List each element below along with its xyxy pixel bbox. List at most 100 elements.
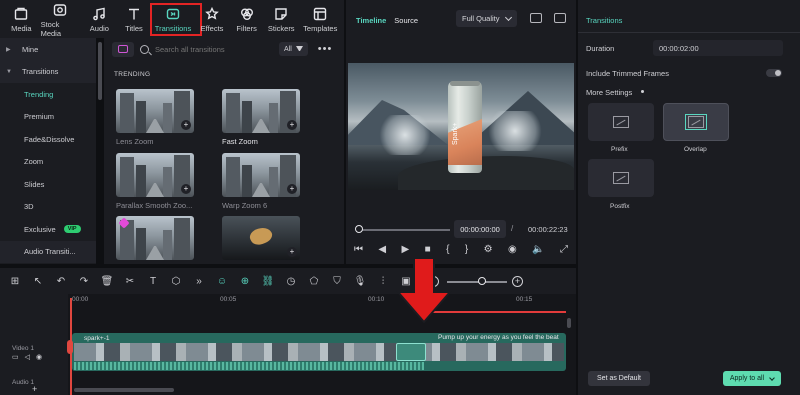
add-icon[interactable]: + [287, 120, 297, 130]
search-input[interactable] [155, 44, 273, 54]
delete-icon[interactable]: 🗑 [101, 276, 114, 287]
mark-out-icon[interactable]: } [465, 244, 468, 255]
video-track-controls: ▭ ◁ ◉ [12, 353, 42, 361]
expand-icon[interactable]: » [194, 276, 204, 287]
panel-title: Transitions [586, 16, 623, 25]
transition-thumb-skater[interactable]: + [222, 216, 300, 260]
mark-in-icon[interactable]: { [446, 244, 449, 255]
undo-icon[interactable]: ↶ [56, 276, 66, 287]
tab-timeline[interactable]: Timeline [356, 16, 386, 25]
select-tool-icon[interactable]: ↖ [33, 276, 43, 287]
current-timecode[interactable]: 00:00:00:00 [454, 220, 506, 238]
trimmed-frames-toggle[interactable] [766, 69, 782, 77]
render-settings-icon[interactable]: ⚙ [484, 244, 493, 255]
transition-marker[interactable] [396, 343, 426, 361]
zoom-slider-handle[interactable] [478, 277, 486, 285]
ai-tool-icon[interactable]: ☺ [217, 276, 227, 287]
toolbar-stickers[interactable]: Stickers [266, 2, 297, 38]
thumb-label: Warp Zoom 6 [222, 201, 268, 210]
sidebar-item-fade-dissolve[interactable]: Fade&Dissolve [0, 128, 96, 151]
sidebar-item-3d[interactable]: 3D [0, 196, 96, 219]
position-postfix-card[interactable] [588, 159, 654, 197]
prev-frame-icon[interactable]: ⏮ [354, 244, 363, 255]
folder-icon[interactable]: ▭ [12, 353, 19, 361]
mark-icon[interactable]: ⬠ [309, 276, 319, 287]
snapshot-image-icon[interactable] [554, 13, 566, 23]
annotation-arrow-icon [396, 258, 452, 324]
fullscreen-icon[interactable]: ⤢ [560, 244, 568, 255]
playhead-handle[interactable] [67, 340, 73, 354]
eye-icon[interactable]: ◉ [36, 353, 42, 361]
compare-view-icon[interactable] [530, 13, 542, 23]
toolbar-transitions[interactable]: Transitions [150, 2, 203, 38]
zoom-in-icon[interactable]: + [512, 276, 523, 287]
sidebar-item-audio-transitions[interactable]: Audio Transiti... [0, 240, 96, 263]
add-icon[interactable]: + [181, 184, 191, 194]
speaker-icon[interactable]: ◁ [25, 353, 30, 361]
quality-label: Full Quality [462, 14, 500, 23]
timeline-horizontal-scrollbar[interactable] [74, 388, 174, 392]
sidebar-item-mine[interactable]: ▶ Mine [0, 38, 96, 61]
chevron-right-icon: ▶ [6, 46, 11, 53]
tab-source[interactable]: Source [394, 16, 418, 25]
sidebar-item-transitions[interactable]: ▼ Transitions [0, 60, 96, 83]
play-icon[interactable]: ▶ [402, 244, 410, 255]
timeline-vertical-scrollbar[interactable] [567, 318, 571, 328]
crop-icon[interactable]: ⬡ [171, 276, 181, 287]
media-icon [15, 7, 28, 20]
more-options-icon[interactable]: ••• [318, 43, 333, 55]
link-icon[interactable]: ⛓ [262, 276, 275, 287]
camera-icon[interactable]: ◉ [508, 244, 517, 255]
layout-icon[interactable]: ⊞ [10, 276, 20, 287]
playback-scrubber[interactable] [358, 229, 450, 231]
sidebar-item-trending[interactable]: Trending [0, 83, 96, 106]
sidebar-item-slides[interactable]: Slides [0, 173, 96, 196]
scrubber-handle[interactable] [355, 225, 363, 233]
transition-thumb-fast-zoom[interactable]: + [222, 89, 300, 133]
sidebar-item-zoom[interactable]: Zoom [0, 151, 96, 174]
add-icon[interactable]: + [287, 247, 297, 257]
toolbar-filters[interactable]: Filters [231, 2, 262, 38]
chevron-down-icon [769, 374, 775, 381]
transition-thumb-city[interactable] [116, 216, 194, 260]
sidebar-scrollbar[interactable] [98, 42, 102, 100]
add-icon[interactable]: + [181, 120, 191, 130]
favorites-filter-button[interactable] [112, 41, 134, 57]
time-ruler[interactable]: 00:00 00:05 00:10 00:15 [70, 296, 570, 310]
zoom-slider[interactable] [447, 281, 507, 283]
duration-label: Duration [586, 44, 615, 53]
speed-icon[interactable]: ◷ [286, 276, 296, 287]
sidebar-item-label: Audio Transiti... [24, 247, 76, 257]
toolbar-stock-media[interactable]: Stock Media [41, 2, 80, 38]
transition-thumb-lens-zoom[interactable]: + [116, 89, 194, 133]
duration-field[interactable]: 00:00:02:00 [653, 40, 783, 56]
set-as-default-button[interactable]: Set as Default [588, 371, 650, 386]
add-icon[interactable]: + [287, 184, 297, 194]
filter-dropdown[interactable]: All [279, 42, 308, 56]
stop-icon[interactable]: ■ [425, 244, 431, 255]
quality-dropdown[interactable]: Full Quality [456, 10, 517, 27]
shield-icon[interactable]: ⛉ [332, 276, 342, 287]
volume-icon[interactable]: 🔈 [532, 244, 544, 255]
toolbar-audio[interactable]: Audio [84, 2, 115, 38]
toolbar-effects[interactable]: Effects [197, 2, 228, 38]
split-icon[interactable]: ✂ [125, 276, 135, 287]
sidebar-item-exclusive[interactable]: Exclusive VIP [0, 218, 96, 241]
snap-icon[interactable]: ⊕ [240, 276, 250, 287]
toolbar-media[interactable]: Media [6, 2, 37, 38]
text-icon[interactable]: T [148, 276, 158, 287]
position-overlap-card[interactable] [663, 103, 729, 141]
sidebar-item-premium[interactable]: Premium [0, 106, 96, 129]
mixer-icon[interactable]: ⫶ [378, 276, 388, 287]
toolbar-templates[interactable]: Templates [301, 2, 340, 38]
position-prefix-card[interactable] [588, 103, 654, 141]
redo-icon[interactable]: ↷ [79, 276, 89, 287]
more-settings-label[interactable]: More Settings [586, 88, 632, 97]
add-track-icon[interactable]: + [32, 384, 37, 394]
mic-icon[interactable]: 🎙 [354, 276, 367, 287]
transition-thumb-parallax-smooth-zoom[interactable]: + [116, 153, 194, 197]
transition-thumb-warp-zoom-6[interactable]: + [222, 153, 300, 197]
toolbar-titles[interactable]: Titles [119, 2, 150, 38]
play-backward-icon[interactable]: ◀ [378, 244, 386, 255]
apply-to-all-button[interactable]: Apply to all [723, 371, 781, 386]
